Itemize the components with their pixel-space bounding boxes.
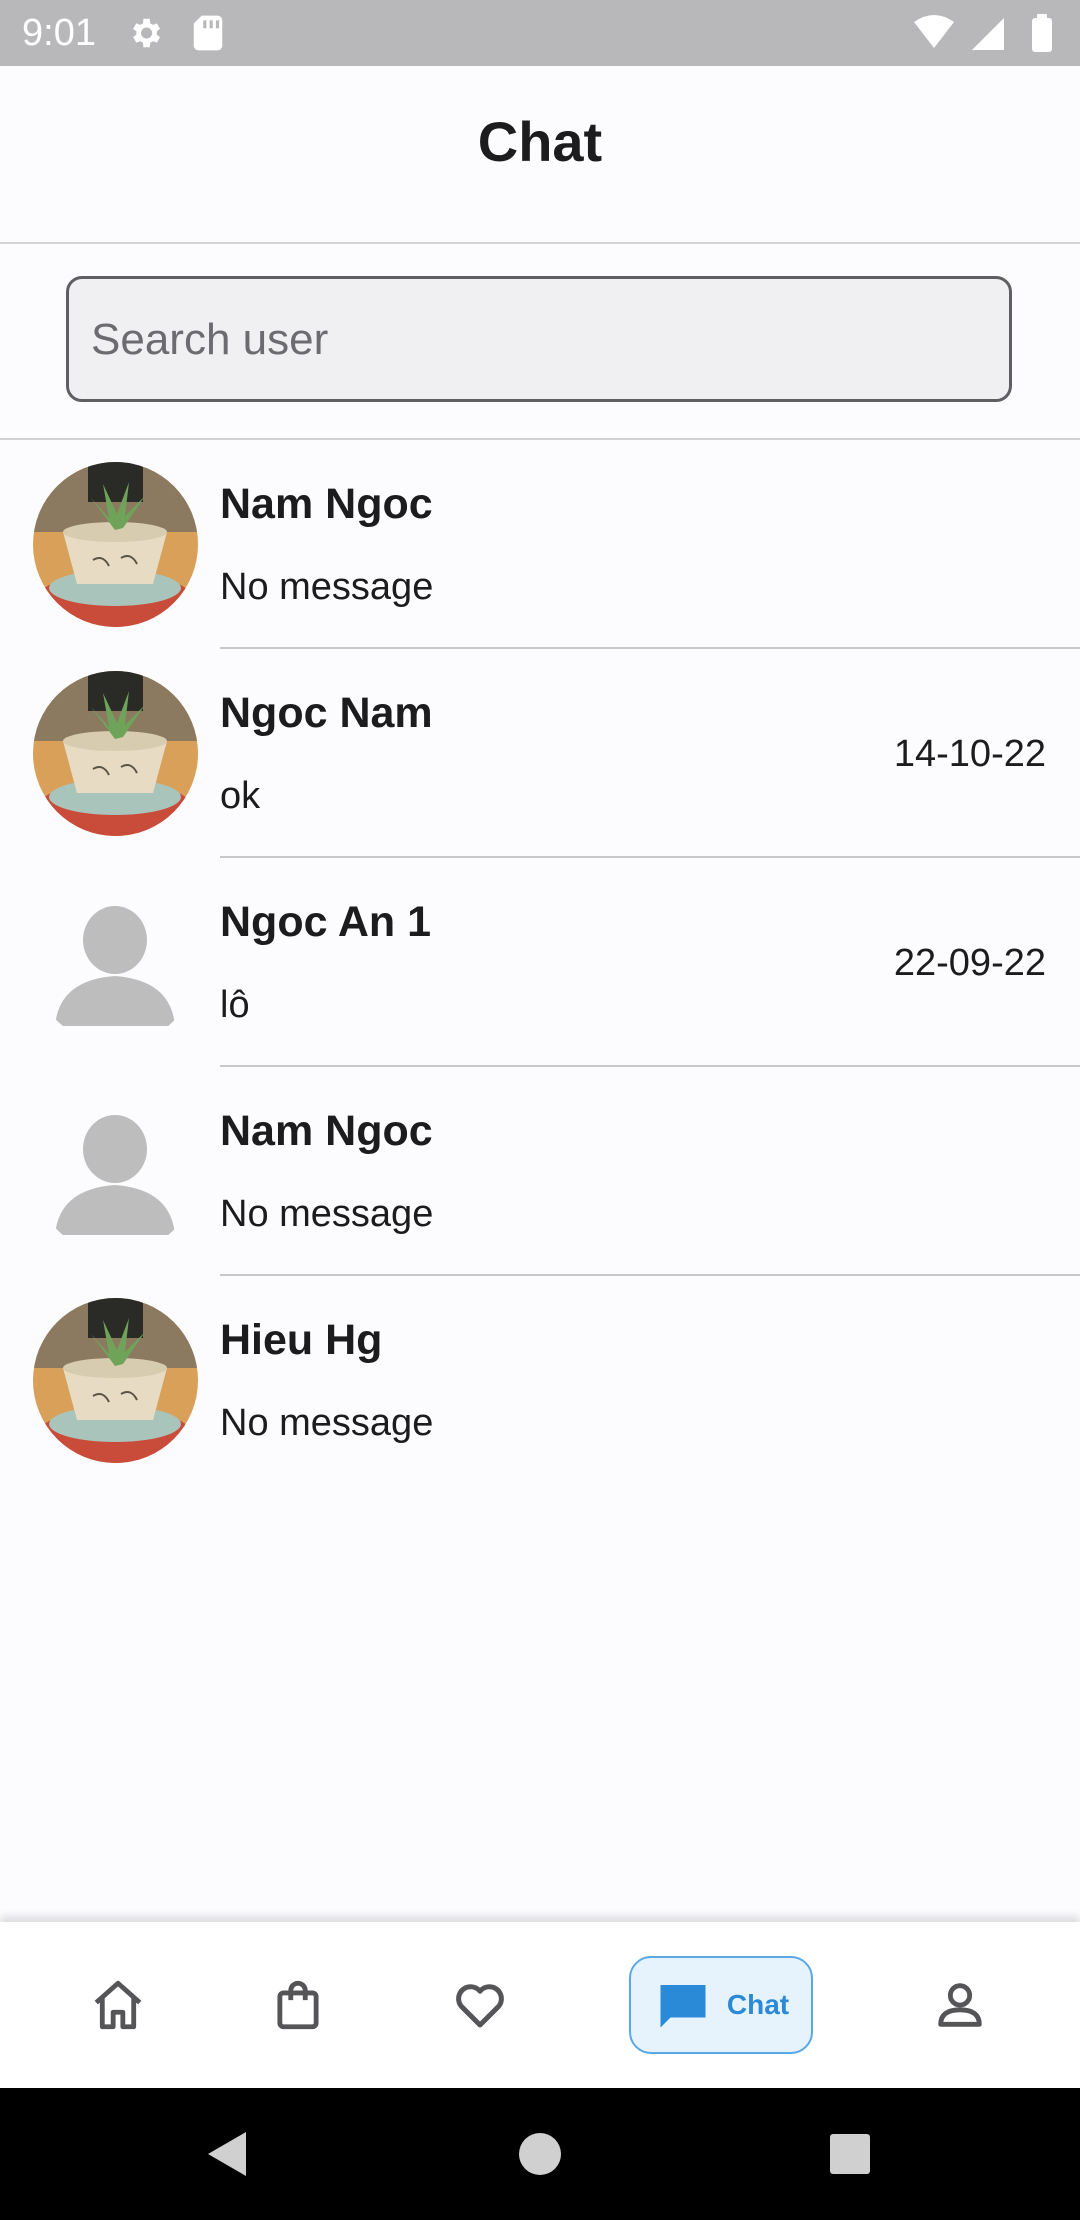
sd-card-icon <box>193 15 223 51</box>
default-person-icon <box>33 1089 198 1254</box>
default-person-icon <box>33 880 198 1045</box>
bottom-nav: Chat <box>0 1922 1080 2088</box>
chat-row[interactable]: Hieu Hg No message <box>0 1276 1080 1485</box>
nav-chat-label: Chat <box>726 1989 790 2020</box>
plant-photo-avatar <box>33 671 198 836</box>
nav-favorites[interactable] <box>430 1922 530 2088</box>
nav-shop[interactable] <box>248 1922 348 2088</box>
avatar[interactable] <box>33 1089 198 1254</box>
plant-photo-avatar <box>33 1298 198 1463</box>
gear-icon <box>133 18 161 48</box>
chat-date: 14-10-22 <box>893 733 1046 775</box>
avatar[interactable] <box>33 880 198 1045</box>
chat-date: 22-09-22 <box>893 942 1046 984</box>
search-section <box>0 244 1080 440</box>
status-right-icons <box>914 14 1052 52</box>
heart-icon <box>456 1984 504 2028</box>
chat-row[interactable]: Nam Ngoc No message <box>0 1067 1080 1276</box>
chat-last-message: No message <box>220 1402 434 1444</box>
chat-row[interactable]: Ngoc Nam ok 14-10-22 <box>0 649 1080 858</box>
status-bar: 9:01 <box>0 0 1080 66</box>
chat-list: Nam Ngoc No message Ngoc Nam ok 14-10-22 <box>0 440 1080 1485</box>
signal-icon <box>972 18 1004 50</box>
chat-name: Hieu Hg <box>220 1316 383 1364</box>
nav-chat[interactable]: Chat <box>629 1956 813 2054</box>
avatar[interactable] <box>33 1298 198 1463</box>
nav-profile[interactable] <box>910 1922 1010 2088</box>
home-icon <box>94 1980 142 2030</box>
chat-last-message: ok <box>220 775 261 817</box>
back-icon[interactable] <box>196 2122 260 2186</box>
recents-icon[interactable] <box>818 2122 882 2186</box>
chat-name: Nam Ngoc <box>220 1107 433 1155</box>
plant-photo-avatar <box>33 462 198 627</box>
chat-row[interactable]: Ngoc An 1 lô 22-09-22 <box>0 858 1080 1067</box>
page-title: Chat <box>477 110 603 173</box>
chat-last-message: No message <box>220 566 434 608</box>
avatar[interactable] <box>33 462 198 627</box>
chat-name: Ngoc An 1 <box>220 898 432 946</box>
avatar[interactable] <box>33 671 198 836</box>
home-circle-icon[interactable] <box>508 2122 572 2186</box>
search-box[interactable] <box>66 276 1012 402</box>
chat-name: Ngoc Nam <box>220 689 433 737</box>
app-header: Chat <box>0 66 1080 244</box>
search-input[interactable] <box>89 307 993 373</box>
chat-last-message: No message <box>220 1193 434 1235</box>
system-nav-bar <box>0 2088 1080 2220</box>
shopping-bag-icon <box>277 1980 319 2030</box>
chat-name: Nam Ngoc <box>220 480 433 528</box>
status-time: 9:01 <box>22 12 96 54</box>
nav-home[interactable] <box>68 1922 168 2088</box>
chat-icon <box>660 1985 706 2028</box>
chat-last-message: lô <box>220 984 250 1026</box>
wifi-icon <box>914 15 954 48</box>
chat-row[interactable]: Nam Ngoc No message <box>0 440 1080 649</box>
battery-icon <box>1032 18 1052 52</box>
profile-icon <box>938 1983 982 2027</box>
